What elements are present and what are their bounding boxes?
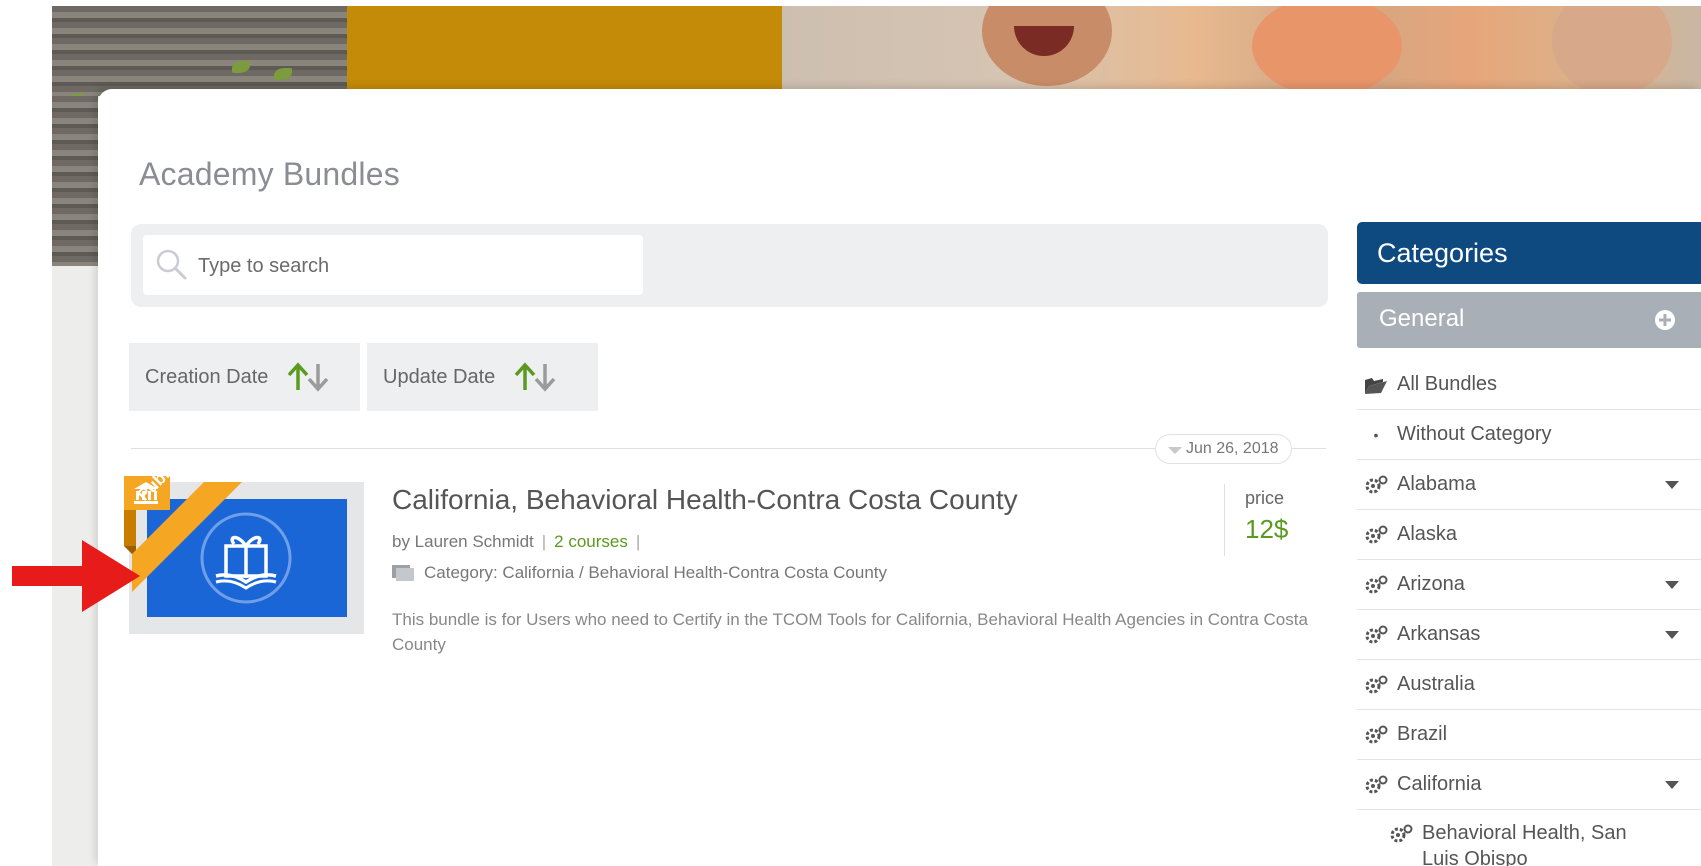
search-icon bbox=[156, 249, 187, 280]
bundle-description: This bundle is for Users who need to Cer… bbox=[392, 610, 1308, 654]
category-item-label: Alabama bbox=[1397, 473, 1476, 495]
search-input[interactable] bbox=[198, 250, 628, 282]
category-item-label: Brazil bbox=[1397, 723, 1448, 745]
categories-title: Categories bbox=[1377, 238, 1508, 268]
category-item-arkansas[interactable]: Arkansas bbox=[1357, 610, 1701, 660]
category-item-arizona[interactable]: Arizona bbox=[1357, 560, 1701, 610]
bundle-category-text: Category: California / Behavioral Health… bbox=[424, 563, 888, 582]
sort-creation-date-label: Creation Date bbox=[145, 365, 269, 388]
category-item-label: All Bundles bbox=[1397, 373, 1498, 395]
meta-separator: | bbox=[541, 532, 547, 551]
bundle-meta: by Lauren Schmidt | 2 courses | bbox=[392, 532, 648, 552]
category-item-all-bundles[interactable]: All Bundles bbox=[1357, 360, 1701, 410]
category-subitem-behavioral-health-san-luis-obispo[interactable]: Behavioral Health, San Luis Obispo bbox=[1388, 820, 1688, 866]
category-item-label: Alaska bbox=[1397, 523, 1458, 545]
price-label: price bbox=[1245, 488, 1285, 508]
gears-icon bbox=[1365, 675, 1388, 693]
gears-icon bbox=[1365, 725, 1388, 743]
category-item-label: Without Category bbox=[1397, 423, 1552, 445]
category-list: All Bundles • Without Category Alabama A… bbox=[1357, 360, 1701, 810]
sort-update-date-button[interactable]: Update Date bbox=[367, 343, 598, 411]
gears-icon bbox=[1365, 575, 1388, 593]
banner-mustard-panel bbox=[347, 6, 782, 96]
price-value: 12$ bbox=[1245, 514, 1289, 544]
side-wood-texture bbox=[52, 96, 98, 266]
chevron-down-icon[interactable] bbox=[1665, 631, 1679, 639]
banner-photo-person bbox=[1552, 6, 1672, 96]
category-item-label: Arizona bbox=[1397, 573, 1465, 595]
annotation-arrow-icon bbox=[12, 540, 140, 612]
bundle-date-tag: Jun 26, 2018 bbox=[1155, 434, 1292, 464]
bullet-icon: • bbox=[1373, 426, 1379, 443]
gears-icon bbox=[1365, 525, 1388, 543]
gears-icon bbox=[1365, 625, 1388, 643]
category-folder-icon bbox=[392, 565, 414, 581]
banner-photo bbox=[782, 6, 1701, 96]
date-caret-icon bbox=[1168, 447, 1182, 454]
gears-icon bbox=[1390, 824, 1413, 843]
chevron-down-icon[interactable] bbox=[1665, 481, 1679, 489]
category-item-without-category[interactable]: • Without Category bbox=[1357, 410, 1701, 460]
gears-icon bbox=[1365, 475, 1388, 493]
bundle-date: Jun 26, 2018 bbox=[1186, 440, 1279, 457]
price-separator bbox=[1224, 484, 1225, 556]
category-item-label: Australia bbox=[1397, 673, 1475, 695]
category-general-header[interactable]: General bbox=[1357, 292, 1701, 348]
banner-wood-texture bbox=[52, 6, 347, 96]
header-banner bbox=[52, 6, 1701, 96]
meta-separator: | bbox=[635, 532, 641, 551]
folder-open-icon bbox=[1365, 377, 1387, 394]
category-item-alabama[interactable]: Alabama bbox=[1357, 460, 1701, 510]
page-title: Academy Bundles bbox=[139, 156, 400, 192]
sort-update-date-label: Update Date bbox=[383, 365, 496, 388]
banner-photo-person bbox=[1252, 6, 1402, 96]
bundle-courses-link[interactable]: 2 courses bbox=[554, 532, 628, 551]
chevron-down-icon[interactable] bbox=[1665, 581, 1679, 589]
category-item-alaska[interactable]: Alaska bbox=[1357, 510, 1701, 560]
category-general-label: General bbox=[1379, 305, 1465, 332]
sort-creation-date-button[interactable]: Creation Date bbox=[129, 343, 360, 411]
category-item-label: Arkansas bbox=[1397, 623, 1481, 645]
list-divider bbox=[131, 448, 1326, 449]
category-item-australia[interactable]: Australia bbox=[1357, 660, 1701, 710]
bundle-category: Category: California / Behavioral Health… bbox=[392, 563, 887, 583]
category-subitem-label: Behavioral Health, San Luis Obispo bbox=[1422, 822, 1627, 866]
sort-up-down-icon bbox=[514, 362, 556, 392]
add-circle-icon[interactable] bbox=[1654, 309, 1676, 331]
categories-header: Categories bbox=[1357, 222, 1701, 284]
category-item-california[interactable]: California bbox=[1357, 760, 1701, 810]
category-item-label: California bbox=[1397, 773, 1482, 795]
category-item-brazil[interactable]: Brazil bbox=[1357, 710, 1701, 760]
chevron-down-icon[interactable] bbox=[1665, 781, 1679, 789]
gears-icon bbox=[1365, 775, 1388, 793]
bundle-author: by Lauren Schmidt bbox=[392, 532, 534, 551]
sort-up-down-icon bbox=[288, 362, 329, 392]
bundle-title[interactable]: California, Behavioral Health-Contra Cos… bbox=[392, 484, 1018, 516]
